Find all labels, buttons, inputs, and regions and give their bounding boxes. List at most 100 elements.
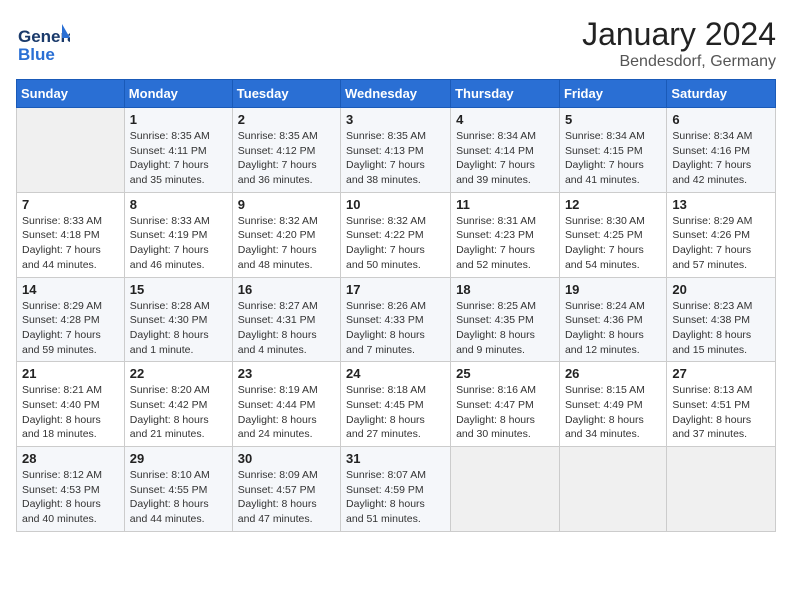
calendar-cell: 8 Sunrise: 8:33 AM Sunset: 4:19 PM Daylig… <box>124 192 232 277</box>
calendar-cell: 26 Sunrise: 8:15 AM Sunset: 4:49 PM Dayli… <box>559 362 666 447</box>
day-info: Sunrise: 8:29 AM Sunset: 4:28 PM Dayligh… <box>22 299 119 358</box>
day-info: Sunrise: 8:32 AM Sunset: 4:20 PM Dayligh… <box>238 214 335 273</box>
day-number: 21 <box>22 366 119 381</box>
calendar-cell: 27 Sunrise: 8:13 AM Sunset: 4:51 PM Dayli… <box>667 362 776 447</box>
day-number: 20 <box>672 282 770 297</box>
calendar-cell: 20Sunrise: 8:23 AM Sunset: 4:38 PM Dayli… <box>667 277 776 362</box>
logo: General Blue <box>16 16 70 70</box>
page-subtitle: Bendesdorf, Germany <box>582 53 776 71</box>
calendar-week-row: 21 Sunrise: 8:21 AM Sunset: 4:40 PM Dayli… <box>17 362 776 447</box>
calendar-cell: 17 Sunrise: 8:26 AM Sunset: 4:33 PM Dayli… <box>341 277 451 362</box>
day-info: Sunrise: 8:28 AM Sunset: 4:30 PM Dayligh… <box>130 299 227 358</box>
calendar-cell: 31 Sunrise: 8:07 AM Sunset: 4:59 PM Dayli… <box>341 447 451 532</box>
calendar-cell: 5Sunrise: 8:34 AM Sunset: 4:15 PM Daylig… <box>559 108 666 193</box>
col-header-friday: Friday <box>559 80 666 108</box>
calendar-cell: 14 Sunrise: 8:29 AM Sunset: 4:28 PM Dayli… <box>17 277 125 362</box>
col-header-sunday: Sunday <box>17 80 125 108</box>
day-number: 5 <box>565 112 661 127</box>
day-info: Sunrise: 8:33 AM Sunset: 4:18 PM Dayligh… <box>22 214 119 273</box>
day-number: 4 <box>456 112 554 127</box>
day-number: 3 <box>346 112 445 127</box>
calendar-cell: 28 Sunrise: 8:12 AM Sunset: 4:53 PM Dayli… <box>17 447 125 532</box>
day-number: 14 <box>22 282 119 297</box>
day-info: Sunrise: 8:27 AM Sunset: 4:31 PM Dayligh… <box>238 299 335 358</box>
calendar-week-row: 1 Sunrise: 8:35 AM Sunset: 4:11 PM Daylig… <box>17 108 776 193</box>
calendar-week-row: 28 Sunrise: 8:12 AM Sunset: 4:53 PM Dayli… <box>17 447 776 532</box>
page-header: General Blue January 2024 Bendesdorf, Ge… <box>16 16 776 71</box>
col-header-saturday: Saturday <box>667 80 776 108</box>
col-header-monday: Monday <box>124 80 232 108</box>
day-info: Sunrise: 8:12 AM Sunset: 4:53 PM Dayligh… <box>22 468 119 527</box>
calendar-cell: 16Sunrise: 8:27 AM Sunset: 4:31 PM Dayli… <box>232 277 340 362</box>
calendar-cell: 12Sunrise: 8:30 AM Sunset: 4:25 PM Dayli… <box>559 192 666 277</box>
calendar-cell <box>17 108 125 193</box>
calendar-cell: 13Sunrise: 8:29 AM Sunset: 4:26 PM Dayli… <box>667 192 776 277</box>
day-info: Sunrise: 8:21 AM Sunset: 4:40 PM Dayligh… <box>22 383 119 442</box>
day-info: Sunrise: 8:34 AM Sunset: 4:14 PM Dayligh… <box>456 129 554 188</box>
col-header-wednesday: Wednesday <box>341 80 451 108</box>
calendar-cell <box>559 447 666 532</box>
calendar-cell: 19 Sunrise: 8:24 AM Sunset: 4:36 PM Dayli… <box>559 277 666 362</box>
day-number: 7 <box>22 197 119 212</box>
calendar-cell: 6Sunrise: 8:34 AM Sunset: 4:16 PM Daylig… <box>667 108 776 193</box>
calendar-week-row: 7 Sunrise: 8:33 AM Sunset: 4:18 PM Daylig… <box>17 192 776 277</box>
day-info: Sunrise: 8:10 AM Sunset: 4:55 PM Dayligh… <box>130 468 227 527</box>
day-info: Sunrise: 8:35 AM Sunset: 4:11 PM Dayligh… <box>130 129 227 188</box>
day-number: 18 <box>456 282 554 297</box>
day-info: Sunrise: 8:16 AM Sunset: 4:47 PM Dayligh… <box>456 383 554 442</box>
calendar-cell: 11Sunrise: 8:31 AM Sunset: 4:23 PM Dayli… <box>451 192 560 277</box>
day-number: 31 <box>346 451 445 466</box>
day-number: 10 <box>346 197 445 212</box>
day-number: 28 <box>22 451 119 466</box>
day-number: 15 <box>130 282 227 297</box>
day-info: Sunrise: 8:30 AM Sunset: 4:25 PM Dayligh… <box>565 214 661 273</box>
logo-icon: General Blue <box>16 16 70 70</box>
day-info: Sunrise: 8:25 AM Sunset: 4:35 PM Dayligh… <box>456 299 554 358</box>
calendar-cell: 29 Sunrise: 8:10 AM Sunset: 4:55 PM Dayli… <box>124 447 232 532</box>
calendar-week-row: 14 Sunrise: 8:29 AM Sunset: 4:28 PM Dayli… <box>17 277 776 362</box>
day-number: 1 <box>130 112 227 127</box>
calendar-cell: 1 Sunrise: 8:35 AM Sunset: 4:11 PM Daylig… <box>124 108 232 193</box>
day-number: 23 <box>238 366 335 381</box>
calendar-cell: 30Sunrise: 8:09 AM Sunset: 4:57 PM Dayli… <box>232 447 340 532</box>
calendar-header-row: SundayMondayTuesdayWednesdayThursdayFrid… <box>17 80 776 108</box>
col-header-tuesday: Tuesday <box>232 80 340 108</box>
calendar-cell: 7 Sunrise: 8:33 AM Sunset: 4:18 PM Daylig… <box>17 192 125 277</box>
day-number: 6 <box>672 112 770 127</box>
day-info: Sunrise: 8:33 AM Sunset: 4:19 PM Dayligh… <box>130 214 227 273</box>
day-number: 13 <box>672 197 770 212</box>
title-block: January 2024 Bendesdorf, Germany <box>582 16 776 71</box>
day-info: Sunrise: 8:07 AM Sunset: 4:59 PM Dayligh… <box>346 468 445 527</box>
day-info: Sunrise: 8:20 AM Sunset: 4:42 PM Dayligh… <box>130 383 227 442</box>
day-info: Sunrise: 8:24 AM Sunset: 4:36 PM Dayligh… <box>565 299 661 358</box>
day-number: 26 <box>565 366 661 381</box>
calendar-table: SundayMondayTuesdayWednesdayThursdayFrid… <box>16 79 776 532</box>
day-number: 29 <box>130 451 227 466</box>
day-info: Sunrise: 8:15 AM Sunset: 4:49 PM Dayligh… <box>565 383 661 442</box>
svg-text:Blue: Blue <box>18 45 55 64</box>
day-info: Sunrise: 8:13 AM Sunset: 4:51 PM Dayligh… <box>672 383 770 442</box>
calendar-cell: 9 Sunrise: 8:32 AM Sunset: 4:20 PM Daylig… <box>232 192 340 277</box>
calendar-cell: 2 Sunrise: 8:35 AM Sunset: 4:12 PM Daylig… <box>232 108 340 193</box>
day-number: 11 <box>456 197 554 212</box>
calendar-cell <box>667 447 776 532</box>
col-header-thursday: Thursday <box>451 80 560 108</box>
day-number: 2 <box>238 112 335 127</box>
calendar-cell: 22Sunrise: 8:20 AM Sunset: 4:42 PM Dayli… <box>124 362 232 447</box>
day-number: 27 <box>672 366 770 381</box>
day-info: Sunrise: 8:09 AM Sunset: 4:57 PM Dayligh… <box>238 468 335 527</box>
calendar-cell: 15 Sunrise: 8:28 AM Sunset: 4:30 PM Dayli… <box>124 277 232 362</box>
day-info: Sunrise: 8:26 AM Sunset: 4:33 PM Dayligh… <box>346 299 445 358</box>
day-number: 17 <box>346 282 445 297</box>
calendar-cell: 18 Sunrise: 8:25 AM Sunset: 4:35 PM Dayli… <box>451 277 560 362</box>
day-info: Sunrise: 8:18 AM Sunset: 4:45 PM Dayligh… <box>346 383 445 442</box>
day-number: 8 <box>130 197 227 212</box>
day-number: 25 <box>456 366 554 381</box>
day-info: Sunrise: 8:32 AM Sunset: 4:22 PM Dayligh… <box>346 214 445 273</box>
day-info: Sunrise: 8:19 AM Sunset: 4:44 PM Dayligh… <box>238 383 335 442</box>
day-info: Sunrise: 8:35 AM Sunset: 4:12 PM Dayligh… <box>238 129 335 188</box>
calendar-cell: 10 Sunrise: 8:32 AM Sunset: 4:22 PM Dayli… <box>341 192 451 277</box>
day-number: 19 <box>565 282 661 297</box>
calendar-cell: 24Sunrise: 8:18 AM Sunset: 4:45 PM Dayli… <box>341 362 451 447</box>
day-number: 9 <box>238 197 335 212</box>
